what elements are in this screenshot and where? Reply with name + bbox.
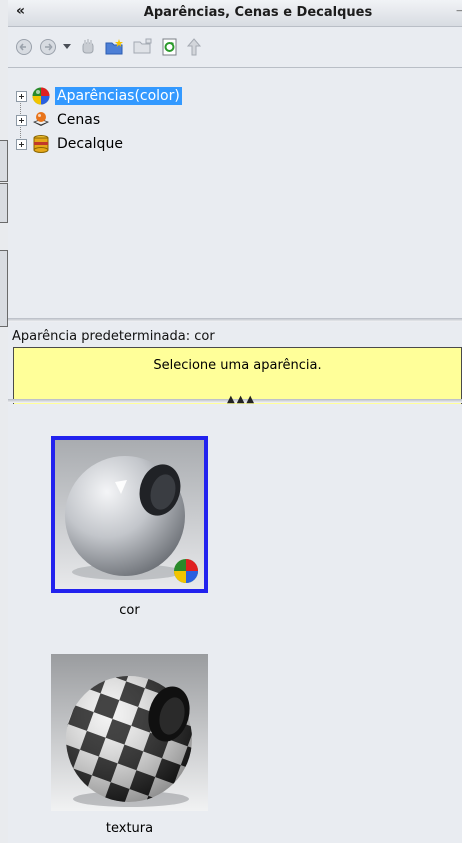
gallery-item-color[interactable]: cor [51,436,208,618]
left-tab[interactable] [0,250,8,327]
gallery-item-caption: textura [105,821,154,836]
expand-icon[interactable] [16,90,27,102]
tree-item-label: Decalque [57,136,123,152]
panel-title: Aparências, Cenas e Decalques [143,5,373,20]
dropdown-arrow-icon[interactable] [62,37,72,57]
splitter[interactable] [8,318,462,322]
panel-titlebar: « Aparências, Cenas e Decalques ⊣ [8,0,462,27]
tree-item-scenes[interactable]: Cenas [16,109,102,131]
tree-item-decals[interactable]: Decalque [16,133,125,155]
selection-hint: Selecione uma aparência. [153,358,322,373]
collapse-button[interactable]: « [16,3,25,19]
back-icon[interactable] [14,37,34,57]
appearances-icon [32,87,50,105]
left-edge-frame [0,0,9,843]
expand-icon[interactable] [16,114,27,126]
tree-item-appearances[interactable]: Aparências(color) [16,85,182,107]
scenes-icon [33,112,49,126]
appearances-panel: « Aparências, Cenas e Decalques ⊣ Aparên… [8,0,462,843]
forward-icon[interactable] [38,37,58,57]
toolbar [8,27,462,68]
tree-item-label: Aparências(color) [55,87,182,105]
pin-icon[interactable]: ⊣ [456,4,462,18]
checker-sphere-thumbnail[interactable] [51,654,208,811]
expand-icon[interactable] [16,138,27,150]
gallery-item-caption: cor [119,603,140,618]
tree-item-label: Cenas [57,112,101,128]
new-folder-icon[interactable] [104,37,126,57]
gallery-item-texture[interactable]: textura [51,654,208,836]
left-tab[interactable] [0,183,8,223]
appearance-gallery: cor textura [8,404,462,843]
folder-icon[interactable] [132,37,154,57]
decals-icon [33,135,49,153]
hand-icon[interactable] [78,37,98,57]
color-sphere-thumbnail[interactable] [51,436,208,593]
appearance-tree: Aparências(color) Cenas Decalque [8,68,462,318]
up-arrow-icon[interactable] [184,37,204,57]
left-tab[interactable] [0,140,8,182]
default-appearance-label: Aparência predeterminada: cor [12,329,215,344]
refresh-icon[interactable] [160,37,180,57]
